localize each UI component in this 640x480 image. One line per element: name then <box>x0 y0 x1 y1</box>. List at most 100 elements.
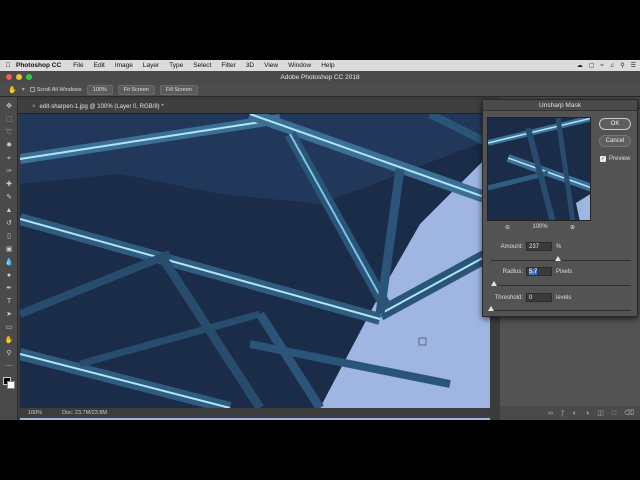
menu-select[interactable]: Select <box>193 62 211 69</box>
unsharp-mask-dialog: Unsharp Mask ⊖ 100% ⊕ OK Cancel ✓ Previe… <box>482 99 638 317</box>
history-brush-tool-icon[interactable]: ↺ <box>4 219 14 229</box>
quick-select-tool-icon[interactable]: ✸ <box>4 141 14 151</box>
preview-zoom-level: 100% <box>532 224 548 230</box>
menu-edit[interactable]: Edit <box>94 62 105 69</box>
menu-view[interactable]: View <box>264 62 278 69</box>
airplay-icon[interactable]: ▢ <box>589 62 595 69</box>
threshold-row: Threshold: 0 levels <box>487 293 571 302</box>
fit-screen-button[interactable]: Fit Screen <box>117 84 155 95</box>
background-color-swatch[interactable] <box>7 381 15 389</box>
menu-filter[interactable]: Filter <box>221 62 235 69</box>
menu-image[interactable]: Image <box>115 62 133 69</box>
fill-screen-button[interactable]: Fill Screen <box>159 84 198 95</box>
dodge-tool-icon[interactable]: ● <box>4 271 14 281</box>
preview-label: Preview <box>609 156 631 162</box>
menu-help[interactable]: Help <box>321 62 334 69</box>
radius-slider[interactable] <box>490 281 631 286</box>
minimize-window-button[interactable] <box>16 74 22 80</box>
trash-icon[interactable]: ⌫ <box>624 409 634 417</box>
new-layer-icon[interactable]: □ <box>612 410 616 417</box>
close-window-button[interactable] <box>6 74 12 80</box>
radius-unit: Pixels <box>556 268 573 275</box>
move-tool-icon[interactable]: ✥ <box>4 102 14 112</box>
menu-app-name[interactable]: Photoshop CC <box>16 62 61 69</box>
amount-slider[interactable] <box>491 256 631 261</box>
status-bar: 100% Doc: 23.7M/23.8M <box>18 408 490 418</box>
options-bar: ✋ ▾ Scroll All Windows 100% Fit Screen F… <box>0 83 640 97</box>
eyedropper-tool-icon[interactable]: ✑ <box>4 167 14 177</box>
threshold-slider-thumb[interactable] <box>488 306 494 311</box>
scroll-all-windows-checkbox[interactable]: Scroll All Windows <box>29 86 82 93</box>
menu-layer[interactable]: Layer <box>143 62 159 69</box>
brush-tool-icon[interactable]: ✎ <box>4 193 14 203</box>
radius-row: Radius: 5.7 Pixels <box>487 267 572 276</box>
crop-tool-icon[interactable]: ⌖ <box>4 154 14 164</box>
marquee-tool-icon[interactable]: ⬚ <box>4 115 14 125</box>
hand-tool-icon[interactable]: ✋ <box>8 86 17 94</box>
gradient-tool-icon[interactable]: ▣ <box>4 245 14 255</box>
lasso-tool-icon[interactable]: ➰ <box>4 128 14 138</box>
mask-icon[interactable]: ◐ <box>573 410 577 417</box>
list-icon[interactable]: ☰ <box>631 62 636 69</box>
menu-file[interactable]: File <box>73 62 83 69</box>
search-icon[interactable]: ⚲ <box>620 62 624 69</box>
path-selection-tool-icon[interactable]: ➤ <box>4 310 14 320</box>
radius-input[interactable]: 5.7 <box>526 267 552 276</box>
dialog-title: Unsharp Mask <box>483 100 637 111</box>
preview-zoom-controls: ⊖ 100% ⊕ <box>505 224 575 231</box>
threshold-unit: levels <box>556 294 572 301</box>
type-tool-icon[interactable]: T <box>4 297 14 307</box>
wifi-icon[interactable]: ≈ <box>600 63 603 69</box>
threshold-slider[interactable] <box>488 306 631 311</box>
menu-status-icons: ☁ ▢ ≈ ♫ ⚲ ☰ <box>577 60 636 71</box>
amount-input[interactable]: 237 <box>526 242 552 251</box>
scroll-all-windows-label: Scroll All Windows <box>36 86 82 93</box>
volume-icon[interactable]: ♫ <box>610 63 615 69</box>
threshold-input[interactable]: 0 <box>526 293 552 302</box>
amount-slider-thumb[interactable] <box>555 256 562 261</box>
zoom-100-button[interactable]: 100% <box>86 84 113 95</box>
rectangle-tool-icon[interactable]: ▭ <box>4 323 14 333</box>
threshold-label: Threshold: <box>494 294 523 301</box>
menu-type[interactable]: Type <box>169 62 183 69</box>
hand-tool-icon[interactable]: ✋ <box>4 336 14 346</box>
status-zoom[interactable]: 100% <box>28 410 42 416</box>
amount-unit: % <box>556 243 562 250</box>
menu-3d[interactable]: 3D <box>246 62 254 69</box>
menu-window[interactable]: Window <box>288 62 311 69</box>
radius-value: 5.7 <box>529 269 538 275</box>
zoom-window-button[interactable] <box>26 74 32 80</box>
window-title-bar: Adobe Photoshop CC 2018 <box>0 71 640 83</box>
fx-icon[interactable]: ƒ <box>561 410 565 417</box>
healing-brush-tool-icon[interactable]: ✚ <box>4 180 14 190</box>
zoom-tool-icon[interactable]: ⚲ <box>4 349 14 359</box>
layers-panel-footer: ∞ ƒ ◐ ◑ ◫ □ ⌫ <box>500 406 640 420</box>
tool-preset-chevron-icon[interactable]: ▾ <box>22 86 25 93</box>
dialog-preview-image[interactable] <box>487 117 591 221</box>
close-tab-icon[interactable]: × <box>32 104 36 110</box>
clone-stamp-tool-icon[interactable]: ▲ <box>4 206 14 216</box>
status-doc-size[interactable]: Doc: 23.7M/23.8M <box>62 410 107 416</box>
checkbox-box <box>29 87 35 92</box>
document-tab[interactable]: × edit-sharpen-1.jpg @ 100% (Layer 0, RG… <box>18 100 490 114</box>
zoom-in-icon[interactable]: ⊕ <box>570 224 575 231</box>
cancel-button[interactable]: Cancel <box>599 135 631 147</box>
cloud-icon[interactable]: ☁ <box>577 62 583 69</box>
preview-checkbox[interactable]: ✓ Preview <box>600 156 630 162</box>
document-tab-title: edit-sharpen-1.jpg @ 100% (Layer 0, RGB/… <box>39 103 164 110</box>
apple-icon[interactable]:  <box>0 62 16 69</box>
window-controls <box>6 74 32 80</box>
zoom-out-icon[interactable]: ⊖ <box>505 224 510 231</box>
image-canvas[interactable] <box>20 114 490 420</box>
folder-icon[interactable]: ◫ <box>597 409 604 417</box>
adjustment-icon[interactable]: ◑ <box>585 410 589 417</box>
tools-panel: ✥ ⬚ ➰ ✸ ⌖ ✑ ✚ ✎ ▲ ↺ ▯ ▣ 💧 ● ✒ T ➤ ▭ ✋ ⚲ … <box>0 97 18 420</box>
more-tools-icon[interactable]: ⋯ <box>4 362 14 372</box>
pen-tool-icon[interactable]: ✒ <box>4 284 14 294</box>
link-layers-icon[interactable]: ∞ <box>548 410 553 417</box>
radius-slider-thumb[interactable] <box>490 281 497 286</box>
blur-tool-icon[interactable]: 💧 <box>4 258 14 268</box>
checkmark-icon: ✓ <box>600 156 606 162</box>
eraser-tool-icon[interactable]: ▯ <box>4 232 14 242</box>
ok-button[interactable]: OK <box>599 118 631 130</box>
